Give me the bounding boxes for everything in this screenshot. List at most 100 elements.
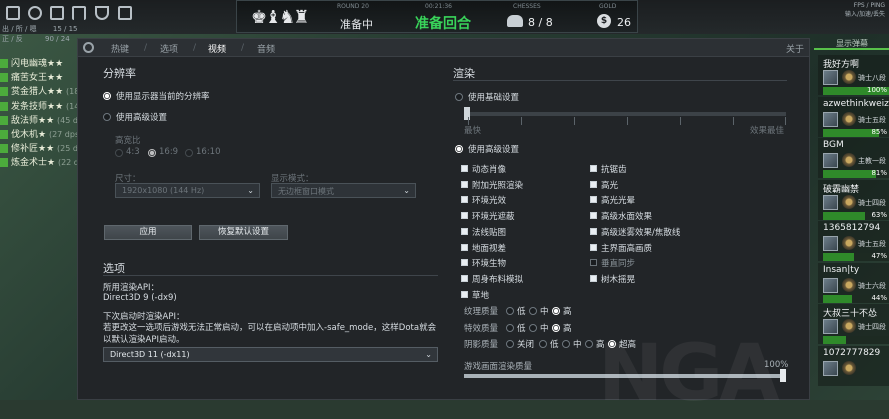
avatar xyxy=(823,360,838,376)
player-name: 我好方啊 xyxy=(823,60,860,70)
player-row[interactable]: BGM 主教一段 81% xyxy=(818,138,889,178)
render-checkbox[interactable] xyxy=(461,196,468,204)
bars-icon[interactable] xyxy=(6,6,20,20)
filter-icon[interactable] xyxy=(95,6,109,20)
shadow-off-radio[interactable] xyxy=(506,340,514,348)
player-row[interactable]: 1072777829 xyxy=(818,345,889,386)
tab-options[interactable]: 选项 xyxy=(160,42,178,55)
render-checkbox-label: 环境生物 xyxy=(472,259,507,270)
player-hp-text: 63% xyxy=(871,210,887,219)
render-checkbox[interactable] xyxy=(590,212,597,220)
render-checkbox-label: 法线贴图 xyxy=(472,227,507,238)
home-icon[interactable] xyxy=(118,6,132,20)
tab-hotkeys[interactable]: 热键 xyxy=(111,42,129,55)
use-basic-radio[interactable] xyxy=(455,93,463,101)
player-name: 1072777829 xyxy=(823,347,881,358)
mode-select[interactable]: 无边框窗口模式 ⌄ xyxy=(271,183,416,198)
render-checkbox[interactable] xyxy=(590,243,597,251)
chevron-down-icon: ⌄ xyxy=(247,186,254,195)
effect-low-radio[interactable] xyxy=(506,324,514,332)
restore-defaults-button[interactable]: 恢复默认设置 xyxy=(199,225,288,240)
player-hp-bar: 44% xyxy=(823,294,889,303)
render-checkbox[interactable] xyxy=(461,165,468,172)
texture-high-radio[interactable] xyxy=(552,307,560,315)
grid-icon[interactable] xyxy=(50,6,64,20)
watermark-logo: NGA xyxy=(598,329,780,419)
use-advanced-render-radio[interactable] xyxy=(455,145,463,153)
render-quality-label: 游戏画面渲染质量 xyxy=(464,362,533,372)
render-checkbox[interactable] xyxy=(461,227,468,235)
round-hud: ♚♝♞♜ ROUND 20 00:21:36 CHESSES GOLD 准备中 … xyxy=(236,0,638,33)
hero-list-item[interactable]: 伐木机★ (27 dps) xyxy=(0,127,82,140)
hero-list-item[interactable]: 闪电幽魂★★ xyxy=(0,56,63,69)
render-checkbox-label: 高光 xyxy=(601,180,619,191)
render-checkbox[interactable] xyxy=(590,196,597,204)
effect-mid-radio[interactable] xyxy=(529,324,537,332)
player-row[interactable]: Insan|ty 骑士六段 44% xyxy=(818,262,889,303)
player-name: 1365812794 xyxy=(823,223,881,233)
hero-list-item[interactable]: 痛苦女王★★ xyxy=(0,70,63,83)
size-select[interactable]: 1920x1080 (144 Hz) ⌄ xyxy=(115,183,260,198)
chevron-down-icon: ⌄ xyxy=(403,186,410,195)
shadow-mid-radio[interactable] xyxy=(562,340,570,348)
render-checkbox[interactable] xyxy=(461,212,468,220)
render-checkbox[interactable] xyxy=(461,259,468,267)
render-checkbox-label: 草地 xyxy=(472,290,490,301)
left-stats: 出 / 所 / 嗯 15 / 15 正 / 反 90 / 24 xyxy=(2,24,77,44)
input-label: 输入/加速/丢失 xyxy=(844,11,885,18)
render-checkbox[interactable] xyxy=(590,227,597,235)
apply-button[interactable]: 应用 xyxy=(104,225,192,240)
options-title: 选项 xyxy=(103,262,125,275)
tab-audio[interactable]: 音频 xyxy=(257,42,275,55)
player-row[interactable]: 大叔三十不怂 骑士四段 xyxy=(818,304,889,344)
effect-high-radio[interactable] xyxy=(552,324,560,332)
shadow-low-radio[interactable] xyxy=(539,340,547,348)
stack-icon[interactable] xyxy=(72,6,86,20)
stat2-value: 90 / 24 xyxy=(45,35,70,43)
render-title: 渲染 xyxy=(453,67,475,80)
use-display-radio[interactable] xyxy=(103,92,111,100)
player-hp-bar: 81% xyxy=(823,169,889,178)
aspect-label: 高宽比 xyxy=(115,136,141,146)
texture-mid-radio[interactable] xyxy=(529,307,537,315)
render-checkbox[interactable] xyxy=(461,290,468,298)
slider-tick xyxy=(521,117,522,125)
shadow-high-radio[interactable] xyxy=(585,340,593,348)
player-hp-bar: 63% xyxy=(823,210,889,220)
player-row[interactable]: 破霸幽禁 骑士四段 63% xyxy=(818,179,889,220)
aspect-4-3-radio[interactable] xyxy=(115,149,123,157)
player-row[interactable]: azwethinkweiz 骑士五段 85% xyxy=(818,96,889,137)
player-hp-bar xyxy=(823,336,889,344)
rank-medal-icon xyxy=(842,70,856,84)
shadow-mid-label: 中 xyxy=(573,340,582,350)
render-checkbox[interactable] xyxy=(461,243,468,251)
aspect-16-9-radio[interactable] xyxy=(148,149,156,157)
texture-low-radio[interactable] xyxy=(506,307,514,315)
render-checkbox[interactable] xyxy=(590,180,597,188)
player-rank: 骑士五段 xyxy=(858,115,886,124)
hero-hp-indicator xyxy=(0,59,8,68)
aspect-16-10-radio[interactable] xyxy=(185,149,193,157)
api-select[interactable]: Direct3D 11 (-dx11) ⌄ xyxy=(103,347,438,362)
divider xyxy=(453,80,787,81)
use-advanced-radio[interactable] xyxy=(103,113,111,121)
render-checkbox[interactable] xyxy=(461,180,468,188)
render-checkbox[interactable] xyxy=(590,274,597,282)
about-link[interactable]: 关于 xyxy=(786,42,804,55)
render-quality-handle[interactable] xyxy=(780,369,786,382)
basic-quality-slider[interactable] xyxy=(468,112,786,116)
player-row[interactable]: 我好方啊 骑士八段 100% xyxy=(818,55,889,95)
player-row[interactable]: 1365812794 骑士五段 47% xyxy=(818,221,889,261)
gear-icon[interactable] xyxy=(28,6,42,20)
avatar xyxy=(823,70,838,85)
render-checkbox-label: 垂直同步 xyxy=(601,259,636,270)
render-checkbox[interactable] xyxy=(461,274,468,282)
rank-medal-icon xyxy=(842,236,856,250)
render-checkbox[interactable] xyxy=(590,165,597,172)
player-name: BGM xyxy=(823,140,844,150)
basic-quality-handle[interactable] xyxy=(464,107,470,120)
resolution-title: 分辨率 xyxy=(103,67,136,80)
chesses-label: CHESSES xyxy=(513,3,541,10)
tab-video[interactable]: 视频 xyxy=(208,42,226,55)
render-checkbox[interactable] xyxy=(590,259,597,267)
